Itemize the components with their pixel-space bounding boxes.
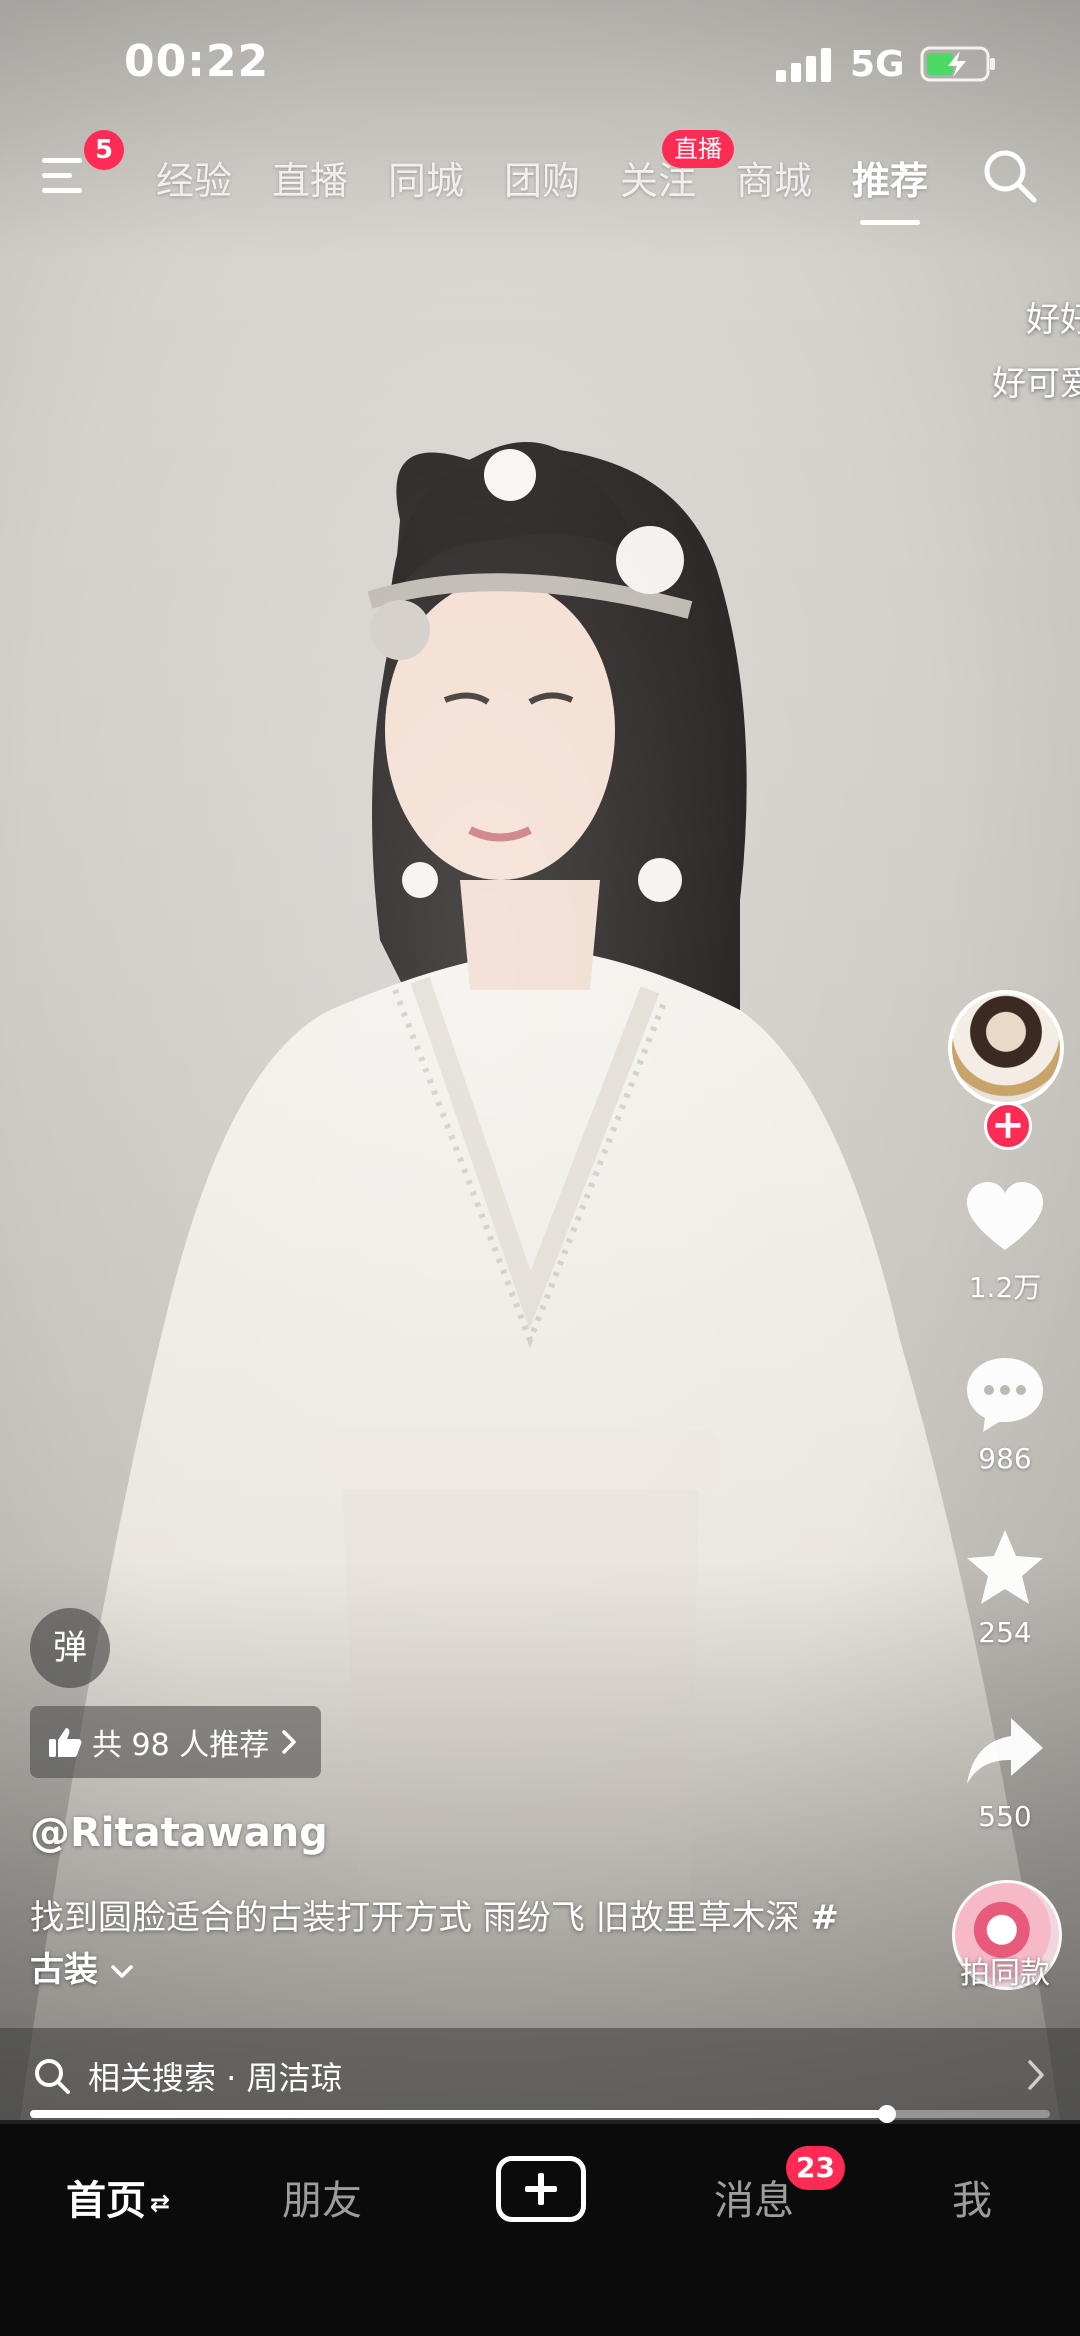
bottom-tab-bar: 首页 ⇄ 朋友 消息 23 我 bbox=[0, 2124, 1080, 2336]
plus-icon bbox=[525, 2173, 557, 2205]
star-icon bbox=[967, 1530, 1043, 1604]
tab-friends[interactable]: 朋友 bbox=[282, 2168, 362, 2226]
thumbs-up-icon bbox=[49, 1728, 82, 1757]
progress-fill bbox=[30, 2110, 887, 2118]
avatar[interactable] bbox=[948, 990, 1064, 1106]
tab-nearby[interactable]: 同城 bbox=[388, 150, 464, 205]
follow-button[interactable]: + bbox=[984, 1102, 1032, 1150]
danmaku-item: 好好 bbox=[1026, 300, 1080, 340]
video-player[interactable] bbox=[0, 0, 1080, 2120]
related-search-text: 相关搜索 · 周洁琼 bbox=[88, 2059, 343, 2097]
battery-charging-icon bbox=[920, 46, 995, 82]
author-name[interactable]: @Ritatawang bbox=[30, 1810, 328, 1856]
like-count: 1.2万 bbox=[968, 1271, 1042, 1304]
menu-icon[interactable] bbox=[42, 152, 90, 200]
danmaku-item: 好可爱 bbox=[992, 364, 1080, 404]
tab-home[interactable]: 首页 ⇄ bbox=[66, 2168, 170, 2226]
chevron-down-icon[interactable] bbox=[109, 1962, 135, 1982]
recommend-pill[interactable]: 共 98 人推荐 bbox=[30, 1706, 322, 1778]
refresh-arrows-icon: ⇄ bbox=[150, 2189, 171, 2217]
favorite-button[interactable]: 254 bbox=[930, 1526, 1080, 1649]
live-badge: 直播 bbox=[662, 130, 734, 168]
network-type: 5G bbox=[850, 44, 905, 85]
status-bar: 00:22 5G bbox=[0, 0, 1080, 130]
progress-knob[interactable] bbox=[877, 2105, 896, 2123]
create-button[interactable] bbox=[496, 2156, 586, 2222]
share-button[interactable]: 550 bbox=[930, 1710, 1080, 1833]
search-icon[interactable] bbox=[980, 146, 1040, 206]
comment-icon bbox=[967, 1358, 1043, 1432]
signal-bars-icon bbox=[776, 48, 832, 82]
tab-live[interactable]: 直播 bbox=[272, 150, 348, 205]
chevron-right-icon bbox=[282, 1730, 296, 1754]
top-nav: 5 经验 直播 同城 团购 关注 直播 商城 推荐 bbox=[0, 130, 1080, 240]
tab-home-label: 首页 bbox=[66, 2178, 146, 2224]
tab-experience[interactable]: 经验 bbox=[156, 150, 232, 205]
active-tab-indicator bbox=[860, 220, 920, 225]
caption-text: 找到圆脸适合的古装打开方式 雨纷飞 旧故里草木深 bbox=[30, 1898, 811, 1938]
share-count: 550 bbox=[978, 1800, 1032, 1833]
share-arrow-icon bbox=[967, 1718, 1043, 1784]
search-icon bbox=[35, 2059, 70, 2094]
tab-group-buy[interactable]: 团购 bbox=[504, 150, 580, 205]
messages-badge: 23 bbox=[786, 2146, 845, 2190]
tab-mall[interactable]: 商城 bbox=[736, 150, 812, 205]
tab-messages[interactable]: 消息 bbox=[714, 2168, 794, 2226]
comment-button[interactable]: 986 bbox=[930, 1352, 1080, 1475]
chevron-right-icon bbox=[1028, 2060, 1044, 2090]
author-avatar-wrap[interactable]: + bbox=[948, 990, 1064, 1150]
tab-me[interactable]: 我 bbox=[952, 2168, 992, 2226]
comment-count: 986 bbox=[978, 1442, 1032, 1475]
danmu-toggle-button[interactable]: 弹 bbox=[30, 1608, 110, 1688]
heart-icon bbox=[967, 1182, 1043, 1250]
favorite-count: 254 bbox=[978, 1616, 1032, 1649]
video-progress-bar[interactable] bbox=[30, 2105, 1050, 2123]
like-button[interactable]: 1.2万 bbox=[930, 1176, 1080, 1306]
status-time: 00:22 bbox=[124, 36, 270, 87]
tab-recommend[interactable]: 推荐 bbox=[852, 150, 928, 205]
recommend-text: 共 98 人推荐 bbox=[92, 1728, 270, 1763]
menu-badge: 5 bbox=[84, 130, 124, 170]
video-caption[interactable]: 找到圆脸适合的古装打开方式 雨纷飞 旧故里草木深 #古装 bbox=[30, 1892, 870, 1996]
remix-label[interactable]: 拍同款 bbox=[930, 1948, 1080, 1992]
